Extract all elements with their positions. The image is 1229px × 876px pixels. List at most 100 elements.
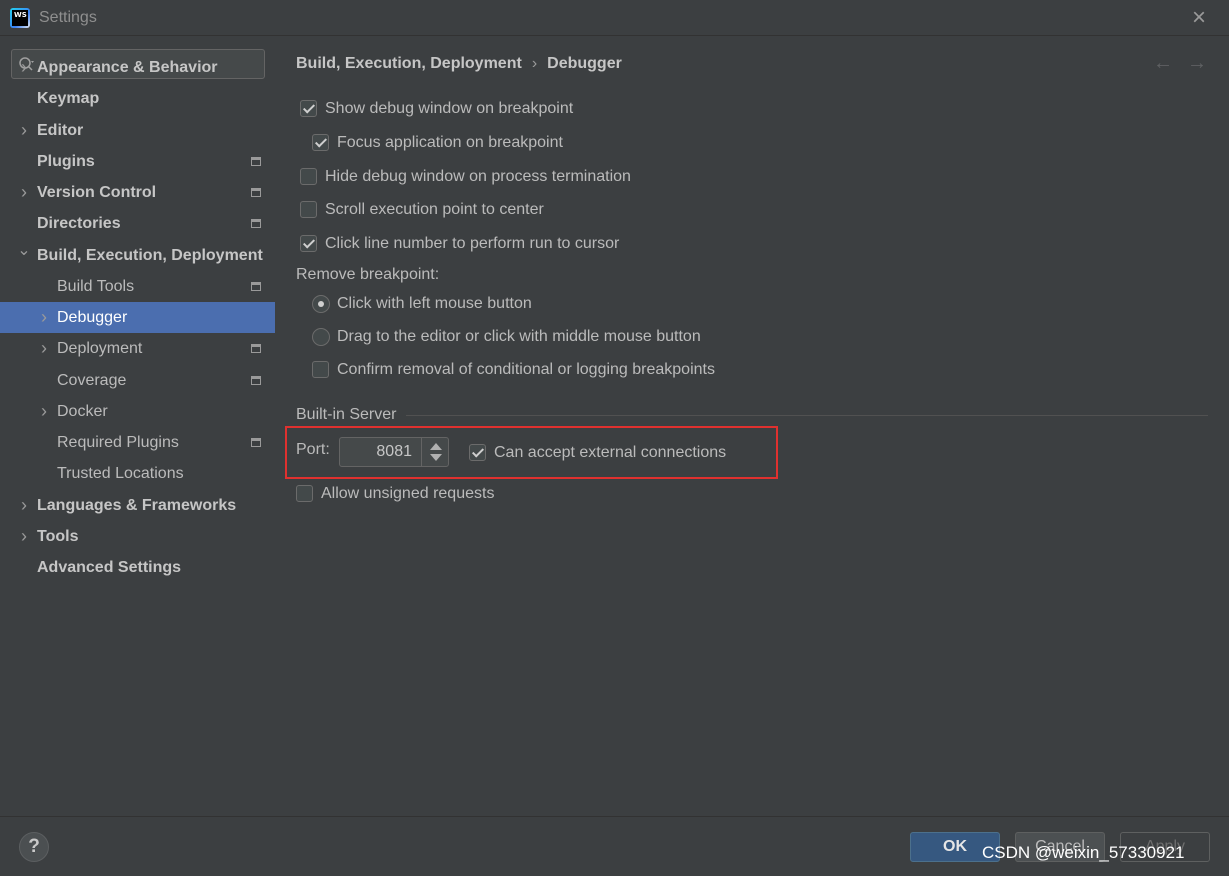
window-title: Settings: [39, 9, 97, 26]
sidebar-item-label: Editor: [37, 122, 84, 139]
remove-drag-label: Drag to the editor or click with middle …: [337, 328, 701, 345]
click-line-number-label: Click line number to perform run to curs…: [325, 235, 620, 252]
sidebar-item-label: Languages & Frameworks: [37, 497, 237, 514]
dialog-footer: ? OK Cancel Apply CSDN @weixin_57330921: [0, 816, 1229, 876]
hide-debug-window-checkbox-row[interactable]: Hide debug window on process termination: [300, 165, 680, 189]
accept-external-checkbox[interactable]: [469, 444, 486, 461]
app-icon-text: WS: [12, 10, 28, 26]
focus-application-checkbox[interactable]: [312, 134, 329, 151]
chevron-right-icon[interactable]: ›: [17, 177, 31, 208]
project-scope-icon: [251, 188, 261, 197]
chevron-right-icon[interactable]: ›: [17, 521, 31, 552]
cancel-button[interactable]: Cancel: [1015, 832, 1105, 862]
scroll-execution-checkbox[interactable]: [300, 201, 317, 218]
show-debug-window-label: Show debug window on breakpoint: [325, 100, 574, 117]
focus-application-checkbox-row[interactable]: Focus application on breakpoint: [312, 131, 612, 155]
remove-click-left-radio[interactable]: [312, 295, 330, 313]
arrow-right-icon[interactable]: →: [1185, 51, 1209, 75]
project-scope-icon: [251, 376, 261, 385]
help-button[interactable]: ?: [19, 832, 49, 862]
sidebar-item-plugins[interactable]: Plugins: [0, 146, 275, 177]
chevron-right-icon[interactable]: ›: [17, 115, 31, 146]
title-bar: WS Settings ×: [0, 0, 1229, 36]
settings-sidebar: › Appearance & Behavior Keymap › Editor Plugi…: [0, 37, 275, 816]
debugger-settings-panel: Build, Execution, Deployment › Debugger ← …: [275, 37, 1229, 816]
sidebar-item-label: Directories: [37, 215, 121, 232]
breadcrumb-parent[interactable]: Build, Execution, Deployment: [296, 55, 522, 72]
allow-unsigned-checkbox-row[interactable]: Allow unsigned requests: [296, 482, 526, 506]
scroll-execution-label: Scroll execution point to center: [325, 201, 544, 218]
sidebar-item-deployment[interactable]: › Deployment: [0, 333, 275, 364]
sidebar-item-label: Coverage: [57, 372, 127, 389]
sidebar-item-label: Docker: [57, 403, 108, 420]
sidebar-item-trusted-locations[interactable]: Trusted Locations: [0, 458, 275, 489]
project-scope-icon: [251, 282, 261, 291]
show-debug-window-checkbox[interactable]: [300, 100, 317, 117]
hide-debug-window-checkbox[interactable]: [300, 168, 317, 185]
webstorm-app-icon: WS: [10, 8, 30, 28]
builtin-server-heading: Built-in Server: [296, 406, 397, 423]
port-input[interactable]: [340, 438, 420, 466]
chevron-right-icon[interactable]: ›: [37, 302, 51, 333]
sidebar-item-label: Tools: [37, 528, 79, 545]
spin-up-icon[interactable]: [430, 443, 442, 450]
chevron-right-icon[interactable]: ›: [37, 333, 51, 364]
click-line-number-checkbox[interactable]: [300, 235, 317, 252]
sidebar-item-label: Trusted Locations: [57, 465, 184, 482]
focus-application-label: Focus application on breakpoint: [337, 134, 563, 151]
sidebar-item-label: Required Plugins: [57, 434, 179, 451]
sidebar-item-build-tools[interactable]: Build Tools: [0, 271, 275, 302]
allow-unsigned-label: Allow unsigned requests: [321, 485, 495, 502]
remove-click-left-label: Click with left mouse button: [337, 295, 532, 312]
show-debug-window-checkbox-row[interactable]: Show debug window on breakpoint: [300, 97, 620, 121]
sidebar-item-debugger[interactable]: › Debugger: [0, 302, 275, 333]
project-scope-icon: [251, 219, 261, 228]
confirm-removal-checkbox[interactable]: [312, 361, 329, 378]
remove-drag-radio[interactable]: [312, 328, 330, 346]
sidebar-item-coverage[interactable]: Coverage: [0, 365, 275, 396]
chevron-right-icon[interactable]: ›: [17, 52, 31, 83]
sidebar-item-label: Plugins: [37, 153, 95, 170]
accept-external-checkbox-row[interactable]: Can accept external connections: [469, 441, 759, 465]
breadcrumb: Build, Execution, Deployment › Debugger: [296, 55, 622, 73]
remove-click-left-radio-row[interactable]: Click with left mouse button: [312, 292, 592, 316]
sidebar-item-appearance-behavior[interactable]: › Appearance & Behavior: [0, 52, 275, 83]
confirm-removal-label: Confirm removal of conditional or loggin…: [337, 361, 715, 378]
sidebar-item-label: Advanced Settings: [37, 559, 182, 576]
allow-unsigned-checkbox[interactable]: [296, 485, 313, 502]
sidebar-item-directories[interactable]: Directories: [0, 208, 275, 239]
sidebar-item-label: Keymap: [37, 90, 100, 107]
remove-drag-radio-row[interactable]: Drag to the editor or click with middle …: [312, 325, 752, 349]
sidebar-item-required-plugins[interactable]: Required Plugins: [0, 427, 275, 458]
hide-debug-window-label: Hide debug window on process termination: [325, 168, 631, 185]
sidebar-item-label: Version Control: [37, 184, 157, 201]
breadcrumb-separator: ›: [531, 55, 538, 72]
confirm-removal-checkbox-row[interactable]: Confirm removal of conditional or loggin…: [312, 358, 772, 382]
sidebar-item-docker[interactable]: › Docker: [0, 396, 275, 427]
click-line-number-checkbox-row[interactable]: Click line number to perform run to curs…: [300, 232, 670, 256]
close-icon[interactable]: ×: [1186, 6, 1212, 32]
arrow-left-icon[interactable]: ←: [1151, 51, 1175, 75]
sidebar-item-build-execution-deployment[interactable]: ⌄ Build, Execution, Deployment: [0, 240, 275, 271]
sidebar-item-label: Build, Execution, Deployment: [37, 247, 263, 264]
remove-breakpoint-heading: Remove breakpoint:: [296, 266, 440, 283]
sidebar-item-tools[interactable]: › Tools: [0, 521, 275, 552]
port-spinner[interactable]: [339, 437, 449, 467]
breadcrumb-current: Debugger: [547, 55, 622, 72]
sidebar-item-label: Debugger: [57, 309, 128, 326]
project-scope-icon: [251, 344, 261, 353]
apply-button[interactable]: Apply: [1120, 832, 1210, 862]
spin-down-icon[interactable]: [430, 454, 442, 461]
chevron-right-icon[interactable]: ›: [17, 490, 31, 521]
sidebar-item-advanced-settings[interactable]: Advanced Settings: [0, 552, 275, 583]
scroll-execution-checkbox-row[interactable]: Scroll execution point to center: [300, 198, 600, 222]
sidebar-item-languages-frameworks[interactable]: › Languages & Frameworks: [0, 490, 275, 521]
sidebar-item-editor[interactable]: › Editor: [0, 115, 275, 146]
chevron-down-icon[interactable]: ⌄: [17, 240, 31, 271]
sidebar-item-keymap[interactable]: Keymap: [0, 83, 275, 114]
sidebar-item-label: Deployment: [57, 340, 143, 357]
sidebar-item-version-control[interactable]: › Version Control: [0, 177, 275, 208]
ok-button[interactable]: OK: [910, 832, 1000, 862]
chevron-right-icon[interactable]: ›: [37, 396, 51, 427]
sidebar-item-label: Build Tools: [57, 278, 135, 295]
